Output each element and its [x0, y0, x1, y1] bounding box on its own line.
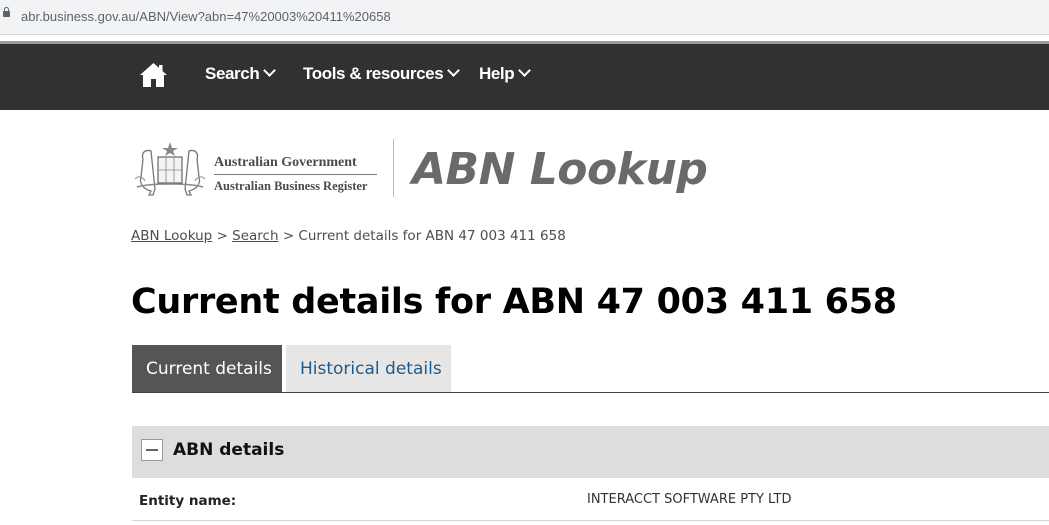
register-name: Australian Business Register: [214, 179, 368, 193]
collapse-icon[interactable]: [141, 439, 163, 461]
tabs-underline: [132, 392, 1049, 393]
url-text[interactable]: abr.business.gov.au/ABN/View?abn=47%2000…: [21, 9, 391, 24]
nav-tools-resources[interactable]: Tools & resources: [303, 64, 461, 84]
chevron-down-icon: [518, 64, 532, 77]
home-icon[interactable]: [139, 62, 168, 88]
tab-current-details[interactable]: Current details: [132, 345, 282, 393]
breadcrumb-home-link[interactable]: ABN Lookup: [131, 228, 212, 244]
chevron-down-icon: [263, 64, 277, 77]
chevron-down-icon: [447, 64, 461, 77]
entity-name-label: Entity name:: [139, 493, 237, 509]
breadcrumb-separator: >: [216, 228, 228, 244]
gov-divider: [214, 174, 377, 175]
breadcrumb-current: Current details for ABN 47 003 411 658: [298, 228, 566, 244]
tab-historical-details[interactable]: Historical details: [286, 345, 451, 393]
nav-help-label: Help: [479, 64, 515, 83]
header-divider: [393, 139, 394, 197]
row-divider: [132, 520, 1049, 521]
nav-search-label: Search: [205, 64, 260, 83]
breadcrumb-separator: >: [282, 228, 295, 244]
section-title: ABN details: [173, 440, 285, 460]
breadcrumb-search-link[interactable]: Search: [232, 228, 278, 244]
site-brand[interactable]: ABN Lookup: [412, 144, 708, 195]
gov-name: Australian Government: [214, 155, 357, 170]
entity-name-value: INTERACCT SOFTWARE PTY LTD: [587, 492, 792, 507]
nav-help[interactable]: Help: [479, 64, 532, 84]
nav-tools-label: Tools & resources: [303, 64, 444, 83]
breadcrumb: ABN Lookup > Search > Current details fo…: [131, 228, 566, 244]
nav-search[interactable]: Search: [205, 64, 277, 84]
toolbar-separator: [0, 34, 1049, 44]
browser-address-bar[interactable]: abr.business.gov.au/ABN/View?abn=47%2000…: [0, 0, 1049, 34]
lock-icon: [3, 7, 10, 17]
coat-of-arms-icon: [134, 142, 206, 196]
page-title: Current details for ABN 47 003 411 658: [131, 282, 897, 322]
